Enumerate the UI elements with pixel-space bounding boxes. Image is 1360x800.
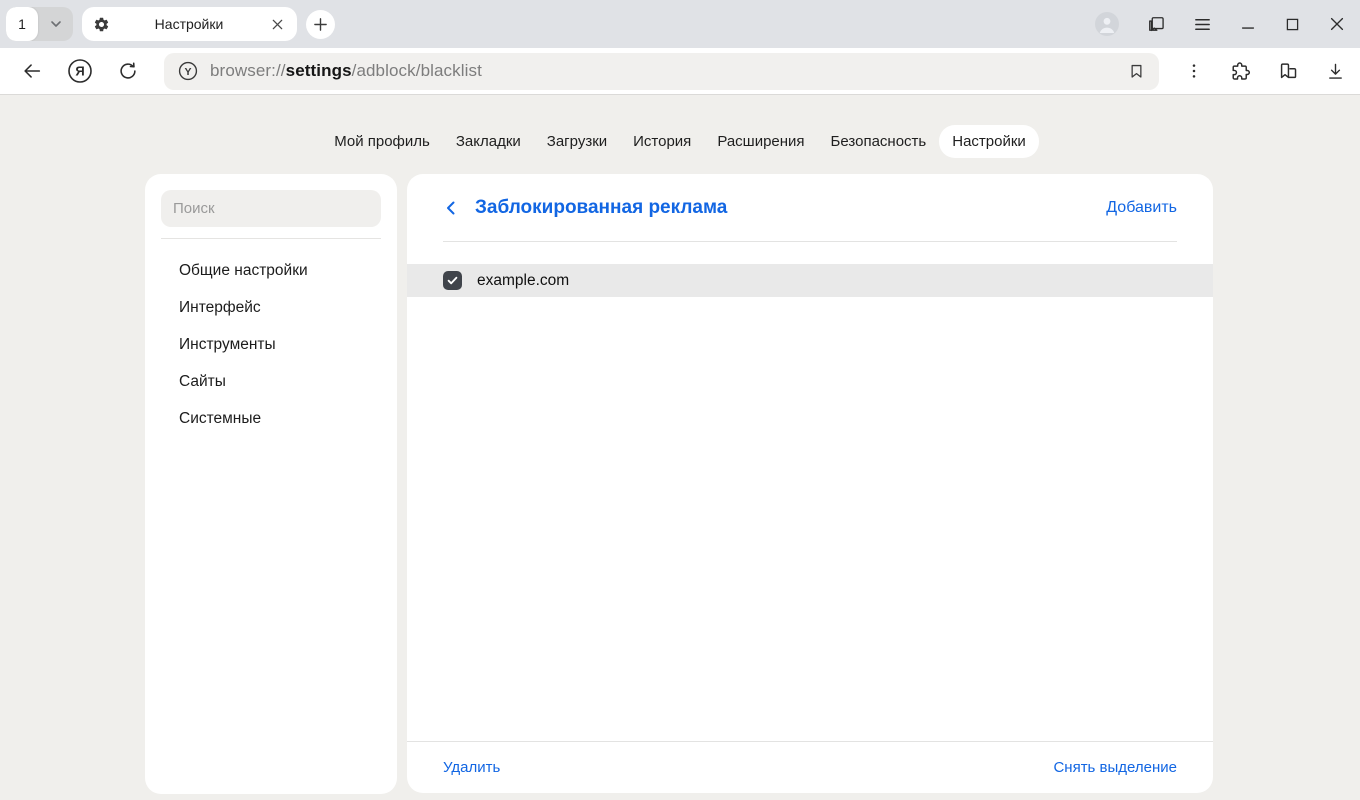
url-text[interactable]: browser://settings/adblock/blacklist: [210, 61, 482, 81]
svg-text:Y: Y: [184, 66, 191, 78]
blacklist-panel: Заблокированная реклама Добавить example…: [407, 174, 1213, 793]
row-checkbox-checked[interactable]: [443, 271, 462, 290]
tab-count[interactable]: 1: [6, 7, 38, 41]
site-badge-icon[interactable]: Y: [177, 60, 199, 82]
settings-page: Мой профиль Закладки Загрузки История Ра…: [0, 95, 1360, 799]
chevron-left-icon: [443, 200, 459, 216]
window-close-button[interactable]: [1328, 15, 1346, 33]
collections-icon[interactable]: [1277, 60, 1299, 82]
tabbar-right-controls: [1095, 12, 1346, 36]
blocked-domain: example.com: [477, 272, 569, 290]
nav-tab-history[interactable]: История: [620, 125, 704, 158]
blacklist-row[interactable]: example.com: [407, 264, 1213, 297]
check-icon: [446, 274, 459, 287]
active-browser-tab[interactable]: Настройки: [82, 7, 297, 41]
divider: [161, 238, 381, 239]
url-host: settings: [286, 61, 352, 80]
svg-text:Я: Я: [75, 64, 84, 79]
search-input[interactable]: [161, 190, 381, 227]
profile-avatar[interactable]: [1095, 12, 1119, 36]
window-minimize-button[interactable]: [1239, 15, 1257, 33]
nav-tab-extensions[interactable]: Расширения: [704, 125, 817, 158]
gear-icon: [93, 16, 110, 33]
tab-close-button[interactable]: [268, 15, 286, 33]
blacklist-footer: Удалить Снять выделение: [407, 742, 1213, 793]
panel-spacer: [407, 297, 1213, 741]
settings-sidebar: Общие настройки Интерфейс Инструменты Са…: [145, 174, 397, 794]
sidebar-item-system[interactable]: Системные: [145, 400, 397, 437]
sidebar-item-sites[interactable]: Сайты: [145, 363, 397, 400]
chevron-down-icon[interactable]: [38, 7, 73, 41]
toolbar-menu-button[interactable]: [1185, 62, 1203, 80]
toolbar-right-controls: [1185, 60, 1346, 82]
browser-toolbar: Я Y browser://settings/adblock/blacklist: [0, 48, 1360, 95]
deselect-button[interactable]: Снять выделение: [1053, 759, 1177, 776]
url-bar[interactable]: Y browser://settings/adblock/blacklist: [164, 53, 1159, 90]
page-title: Заблокированная реклама: [475, 197, 727, 219]
window-maximize-button[interactable]: [1284, 16, 1301, 33]
back-button[interactable]: [14, 53, 50, 89]
delete-button[interactable]: Удалить: [443, 759, 500, 776]
sidebar-item-general[interactable]: Общие настройки: [145, 252, 397, 289]
nav-tab-settings[interactable]: Настройки: [939, 125, 1039, 158]
new-tab-button[interactable]: [306, 10, 335, 39]
download-icon[interactable]: [1325, 61, 1346, 82]
plus-icon: [313, 17, 328, 32]
blacklist-header: Заблокированная реклама Добавить: [407, 174, 1213, 241]
url-scheme: browser://: [210, 61, 286, 80]
bookmark-icon[interactable]: [1127, 62, 1146, 81]
nav-tab-bookmarks[interactable]: Закладки: [443, 125, 534, 158]
tab-strip: 1 Настройки: [0, 0, 1360, 48]
nav-tab-security[interactable]: Безопасность: [818, 125, 940, 158]
add-button[interactable]: Добавить: [1106, 199, 1177, 217]
bookmarks-panel-icon[interactable]: [1146, 14, 1166, 34]
extensions-puzzle-icon[interactable]: [1229, 60, 1251, 82]
yandex-logo-icon: Я: [67, 58, 93, 84]
panel-back-button[interactable]: [443, 200, 459, 216]
url-path: /adblock/blacklist: [352, 61, 482, 80]
tab-title: Настройки: [110, 16, 268, 32]
nav-tab-downloads[interactable]: Загрузки: [534, 125, 620, 158]
nav-tab-profile[interactable]: Мой профиль: [321, 125, 443, 158]
settings-body: Общие настройки Интерфейс Инструменты Са…: [145, 174, 1213, 794]
divider: [443, 241, 1177, 242]
settings-nav-tabs: Мой профиль Закладки Загрузки История Ра…: [0, 95, 1360, 158]
hamburger-menu-icon[interactable]: [1193, 15, 1212, 34]
tab-counter[interactable]: 1: [6, 7, 73, 41]
sidebar-items: Общие настройки Интерфейс Инструменты Са…: [145, 252, 397, 437]
reload-button[interactable]: [110, 53, 146, 89]
sidebar-item-tools[interactable]: Инструменты: [145, 326, 397, 363]
sidebar-item-interface[interactable]: Интерфейс: [145, 289, 397, 326]
yandex-home-button[interactable]: Я: [62, 53, 98, 89]
